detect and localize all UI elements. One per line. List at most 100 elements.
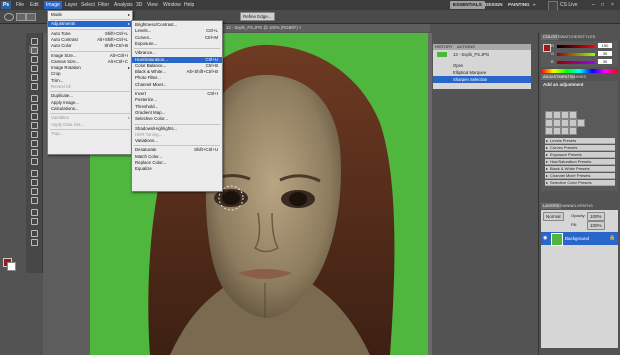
- blur-tool-icon[interactable]: [29, 148, 38, 156]
- menu-item-black-white[interactable]: Black & White... Alt+Shift+Ctrl+B: [132, 69, 222, 75]
- crop-tool-icon[interactable]: [29, 73, 38, 81]
- invert-icon[interactable]: [545, 127, 553, 135]
- gradient-map-icon[interactable]: [569, 127, 577, 135]
- menu-item-auto-color[interactable]: Auto Color Shift+Ctrl+B: [48, 43, 132, 49]
- blue-value[interactable]: 30: [598, 59, 612, 64]
- menu-item-hue-saturation[interactable]: Hue/Saturation... Ctrl+U: [132, 56, 222, 63]
- clone-stamp-tool-icon[interactable]: [29, 112, 38, 120]
- menu-item-crop[interactable]: Crop: [48, 71, 132, 77]
- workspace-essentials[interactable]: ESSENTIALS: [450, 1, 485, 9]
- add-selection-icon[interactable]: [26, 13, 36, 21]
- green-value[interactable]: 30: [598, 51, 612, 56]
- menu-item-auto-contrast[interactable]: Auto Contrast Alt+Shift+Ctrl+L: [48, 37, 132, 43]
- history-row-elliptical-marquee[interactable]: Elliptical Marquee: [433, 69, 531, 76]
- preset-selective-color[interactable]: Selective Color Presets: [545, 180, 615, 186]
- menu-item-auto-tone[interactable]: Auto Tone Shift+Ctrl+L: [48, 31, 132, 37]
- levels-icon[interactable]: [553, 111, 561, 119]
- zoom-tool-icon[interactable]: [29, 238, 38, 246]
- vibrance-icon[interactable]: [545, 119, 553, 127]
- posterize-icon[interactable]: [553, 127, 561, 135]
- tab-masks[interactable]: MASKS: [570, 74, 588, 80]
- tab-styles[interactable]: STYLES: [578, 34, 597, 40]
- preset-levels[interactable]: Levels Presets: [545, 138, 615, 144]
- workspace-design[interactable]: DESIGN: [482, 1, 506, 9]
- preset-hue-saturation[interactable]: Hue/Saturation Presets: [545, 159, 615, 165]
- threshold-icon[interactable]: [561, 127, 569, 135]
- fill-field[interactable]: 100%: [587, 221, 605, 230]
- blue-slider[interactable]: B 30: [551, 59, 612, 65]
- menu-item-photo-filter[interactable]: Photo Filter...: [132, 75, 222, 81]
- brightness-icon[interactable]: [545, 111, 553, 119]
- eraser-tool-icon[interactable]: [29, 130, 38, 138]
- preset-channel-mixer[interactable]: Channel Mixer Presets: [545, 173, 615, 179]
- menu-item-selective-color[interactable]: Selective Color...: [132, 116, 222, 122]
- red-value[interactable]: 150: [598, 43, 612, 48]
- menu-item-canvas-size[interactable]: Canvas Size... Alt+Ctrl+C: [48, 59, 132, 65]
- hand-tool-icon[interactable]: [29, 229, 38, 237]
- refine-edge-button[interactable]: Refine Edge...: [240, 12, 275, 21]
- menu-item-posterize[interactable]: Posterize...: [132, 97, 222, 103]
- menu-item-calculations[interactable]: Calculations...: [48, 106, 132, 112]
- menu-help[interactable]: Help: [184, 2, 194, 8]
- menu-item-shadows-highlights[interactable]: Shadows/Highlights...: [132, 126, 222, 132]
- menu-item-match-color[interactable]: Match Color...: [132, 154, 222, 160]
- shape-tool-icon[interactable]: [29, 196, 38, 204]
- eye-icon[interactable]: ◉: [543, 235, 547, 241]
- menu-item-replace-color[interactable]: Replace Color...: [132, 160, 222, 166]
- maximize-icon[interactable]: □: [601, 2, 604, 8]
- menu-item-apply-image[interactable]: Apply Image...: [48, 100, 132, 106]
- brush-tool-icon[interactable]: [29, 103, 38, 111]
- menu-image[interactable]: Image: [44, 1, 62, 9]
- history-snapshot[interactable]: 13 - Sophi_PS.JPG: [433, 51, 531, 58]
- close-icon[interactable]: ×: [611, 2, 614, 8]
- menu-item-curves[interactable]: Curves... Ctrl+M: [132, 35, 222, 41]
- menu-item-exposure[interactable]: Exposure...: [132, 41, 222, 47]
- menu-edit[interactable]: Edit: [30, 2, 39, 8]
- menu-select[interactable]: Select: [81, 2, 95, 8]
- elliptical-marquee-icon[interactable]: [4, 13, 14, 21]
- history-row-sharpen-selection[interactable]: Sharpen Selection: [433, 76, 531, 83]
- menu-item-brightness-contrast[interactable]: Brightness/Contrast...: [132, 22, 222, 28]
- move-tool-icon[interactable]: [29, 37, 38, 45]
- hue-saturation-icon[interactable]: [553, 119, 561, 127]
- menu-item-image-size[interactable]: Image Size... Alt+Ctrl+I: [48, 53, 132, 59]
- curves-icon[interactable]: [561, 111, 569, 119]
- minimize-icon[interactable]: –: [592, 2, 595, 8]
- menu-item-levels[interactable]: Levels... Ctrl+L: [132, 28, 222, 34]
- color-balance-icon[interactable]: [561, 119, 569, 127]
- lasso-tool-icon[interactable]: [29, 55, 38, 63]
- marquee-tool-icon[interactable]: [29, 46, 38, 54]
- new-selection-icon[interactable]: [16, 13, 26, 21]
- pen-tool-icon[interactable]: [29, 169, 38, 177]
- healing-brush-tool-icon[interactable]: [29, 94, 38, 102]
- opacity-field[interactable]: 100%: [587, 212, 605, 221]
- menu-item-channel-mixer[interactable]: Channel Mixer...: [132, 82, 222, 88]
- menu-view[interactable]: View: [147, 2, 158, 8]
- preset-black-white[interactable]: Black & White Presets: [545, 166, 615, 172]
- color-ramp[interactable]: [541, 69, 618, 73]
- gradient-tool-icon[interactable]: [29, 139, 38, 147]
- menu-item-equalize[interactable]: Equalize: [132, 166, 222, 172]
- exposure-icon[interactable]: [569, 111, 577, 119]
- preset-curves[interactable]: Curves Presets: [545, 145, 615, 151]
- menu-analysis[interactable]: Analysis: [114, 2, 133, 8]
- menu-item-vibrance[interactable]: Vibrance...: [132, 50, 222, 56]
- menu-item-mode[interactable]: Mode: [48, 12, 132, 18]
- menu-item-color-balance[interactable]: Color Balance... Ctrl+B: [132, 63, 222, 69]
- history-row-open[interactable]: Open: [433, 62, 531, 69]
- menu-filter[interactable]: Filter: [98, 2, 109, 8]
- workspace-painting[interactable]: PAINTING: [505, 1, 533, 9]
- color-fg-swatch[interactable]: [543, 44, 551, 52]
- menu-item-duplicate[interactable]: Duplicate...: [48, 93, 132, 99]
- menu-window[interactable]: Window: [163, 2, 181, 8]
- dodge-tool-icon[interactable]: [29, 157, 38, 165]
- chevron-right-icon[interactable]: »: [530, 1, 539, 9]
- menu-item-threshold[interactable]: Threshold...: [132, 104, 222, 110]
- red-slider[interactable]: R 150: [551, 43, 612, 49]
- type-tool-icon[interactable]: [29, 178, 38, 186]
- menu-item-gradient-map[interactable]: Gradient Map...: [132, 110, 222, 116]
- tab-paths[interactable]: PATHS: [578, 203, 595, 209]
- 3d-rotate-tool-icon[interactable]: [29, 208, 38, 216]
- menu-item-desaturate[interactable]: Desaturate Shift+Ctrl+U: [132, 147, 222, 153]
- 3d-orbit-tool-icon[interactable]: [29, 217, 38, 225]
